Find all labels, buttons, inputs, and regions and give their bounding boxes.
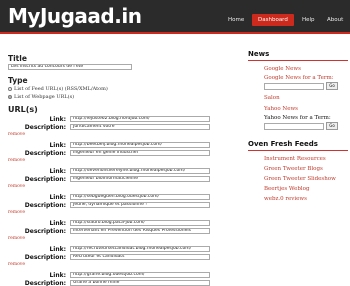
radio-feed-urls[interactable] — [8, 86, 12, 91]
link-label: Link: — [49, 142, 66, 149]
link-input[interactable]: http://sebgueguen.blog.ouestjob.com/ — [70, 194, 210, 200]
type-option-feed-label: List of Feed URL(s) (RSS/XML/Atom) — [14, 86, 108, 92]
description-label: Description: — [24, 176, 66, 183]
oven-fresh-title: Oven Fresh Feeds — [248, 140, 348, 151]
description-label: Description: — [24, 280, 66, 286]
feed-link[interactable]: Beertjes Weblog — [264, 186, 310, 192]
link-label: Link: — [49, 168, 66, 175]
link-input[interactable]: http://recruteursetcandidat.blog.rhoneal… — [70, 246, 210, 252]
description-label: Description: — [24, 228, 66, 235]
radio-webpage-urls[interactable] — [8, 94, 12, 99]
google-news-term-link[interactable]: Google News for a Term: — [264, 75, 334, 81]
description-input[interactable]: Jeune, dynamique et passionne ! — [70, 202, 210, 208]
link-input[interactable]: http://lejuste62.blog.nordjob.com/ — [70, 116, 210, 122]
remove-link[interactable]: remove — [8, 132, 25, 137]
type-option-webpage[interactable]: List of Webpage URL(s) — [8, 94, 74, 100]
link-label: Link: — [49, 194, 66, 201]
remove-link[interactable]: remove — [8, 158, 25, 163]
feed-link[interactable]: Green Tweeter Slideshow — [264, 176, 336, 182]
link-input[interactable]: http://devenonsverelyne.blog.rhonealpesj… — [70, 168, 210, 174]
description-input[interactable]: Ingenieur bioinformaticienne — [70, 176, 210, 182]
type-option-feed[interactable]: List of Feed URL(s) (RSS/XML/Atom) — [8, 86, 108, 92]
remove-link[interactable]: remove — [8, 236, 25, 241]
feed-link[interactable]: Instrument Resources — [264, 156, 326, 162]
remove-link[interactable]: remove — [8, 262, 25, 267]
yahoo-news-term-input[interactable] — [264, 123, 324, 130]
description-input[interactable]: Recruteur et candidats — [70, 254, 210, 260]
description-input[interactable]: Intervenant en Prevention des Risques Pr… — [70, 228, 210, 234]
link-input[interactable]: http://beetbelj.blog.rhonealpesjob.com/ — [70, 142, 210, 148]
nav-help[interactable]: Help — [302, 14, 315, 26]
description-input[interactable]: Graffe a bonne mine — [70, 280, 210, 286]
yahoo-news-link[interactable]: Yahoo News — [264, 106, 298, 112]
title-label: Title — [8, 54, 27, 63]
yahoo-go-button[interactable]: Go — [326, 122, 338, 130]
google-news-term-input[interactable] — [264, 83, 324, 90]
type-option-webpage-label: List of Webpage URL(s) — [14, 94, 75, 100]
description-label: Description: — [24, 202, 66, 209]
link-label: Link: — [49, 116, 66, 123]
nav-about[interactable]: About — [327, 14, 343, 26]
link-label: Link: — [49, 272, 66, 279]
link-input[interactable]: http://graffe.blog.ouestjob.com/ — [70, 272, 210, 278]
link-input[interactable]: http://slauro.blog.paca-job.com/ — [70, 220, 210, 226]
link-label: Link: — [49, 246, 66, 253]
site-logo[interactable]: MyJugaad.in — [8, 4, 142, 28]
nav-dashboard[interactable]: Dashboard — [252, 14, 294, 26]
title-input[interactable]: Les inscrits au concours de l'ete — [8, 64, 132, 70]
remove-link[interactable]: remove — [8, 210, 25, 215]
description-label: Description: — [24, 254, 66, 261]
site-header: MyJugaad.in Home Dashboard Help About — [0, 0, 350, 34]
nav-home[interactable]: Home — [228, 14, 244, 26]
yahoo-news-term-label: Yahoo News for a Term: — [264, 115, 331, 121]
remove-link[interactable]: remove — [8, 184, 25, 189]
salon-link[interactable]: Salon — [264, 95, 280, 101]
news-title: News — [248, 50, 348, 61]
urls-label: URL(s) — [8, 105, 38, 114]
feed-link[interactable]: Green Tweeter Blogs — [264, 166, 323, 172]
type-label: Type — [8, 76, 28, 85]
description-label: Description: — [24, 124, 66, 131]
link-label: Link: — [49, 220, 66, 227]
google-news-link[interactable]: Google News — [264, 66, 301, 72]
google-go-button[interactable]: Go — [326, 82, 338, 90]
description-label: Description: — [24, 150, 66, 157]
feed-link[interactable]: webz.0 reviews — [264, 196, 307, 202]
description-input[interactable]: Juridicament votre — [70, 124, 210, 130]
description-input[interactable]: Ingenieur en genie industriel — [70, 150, 210, 156]
